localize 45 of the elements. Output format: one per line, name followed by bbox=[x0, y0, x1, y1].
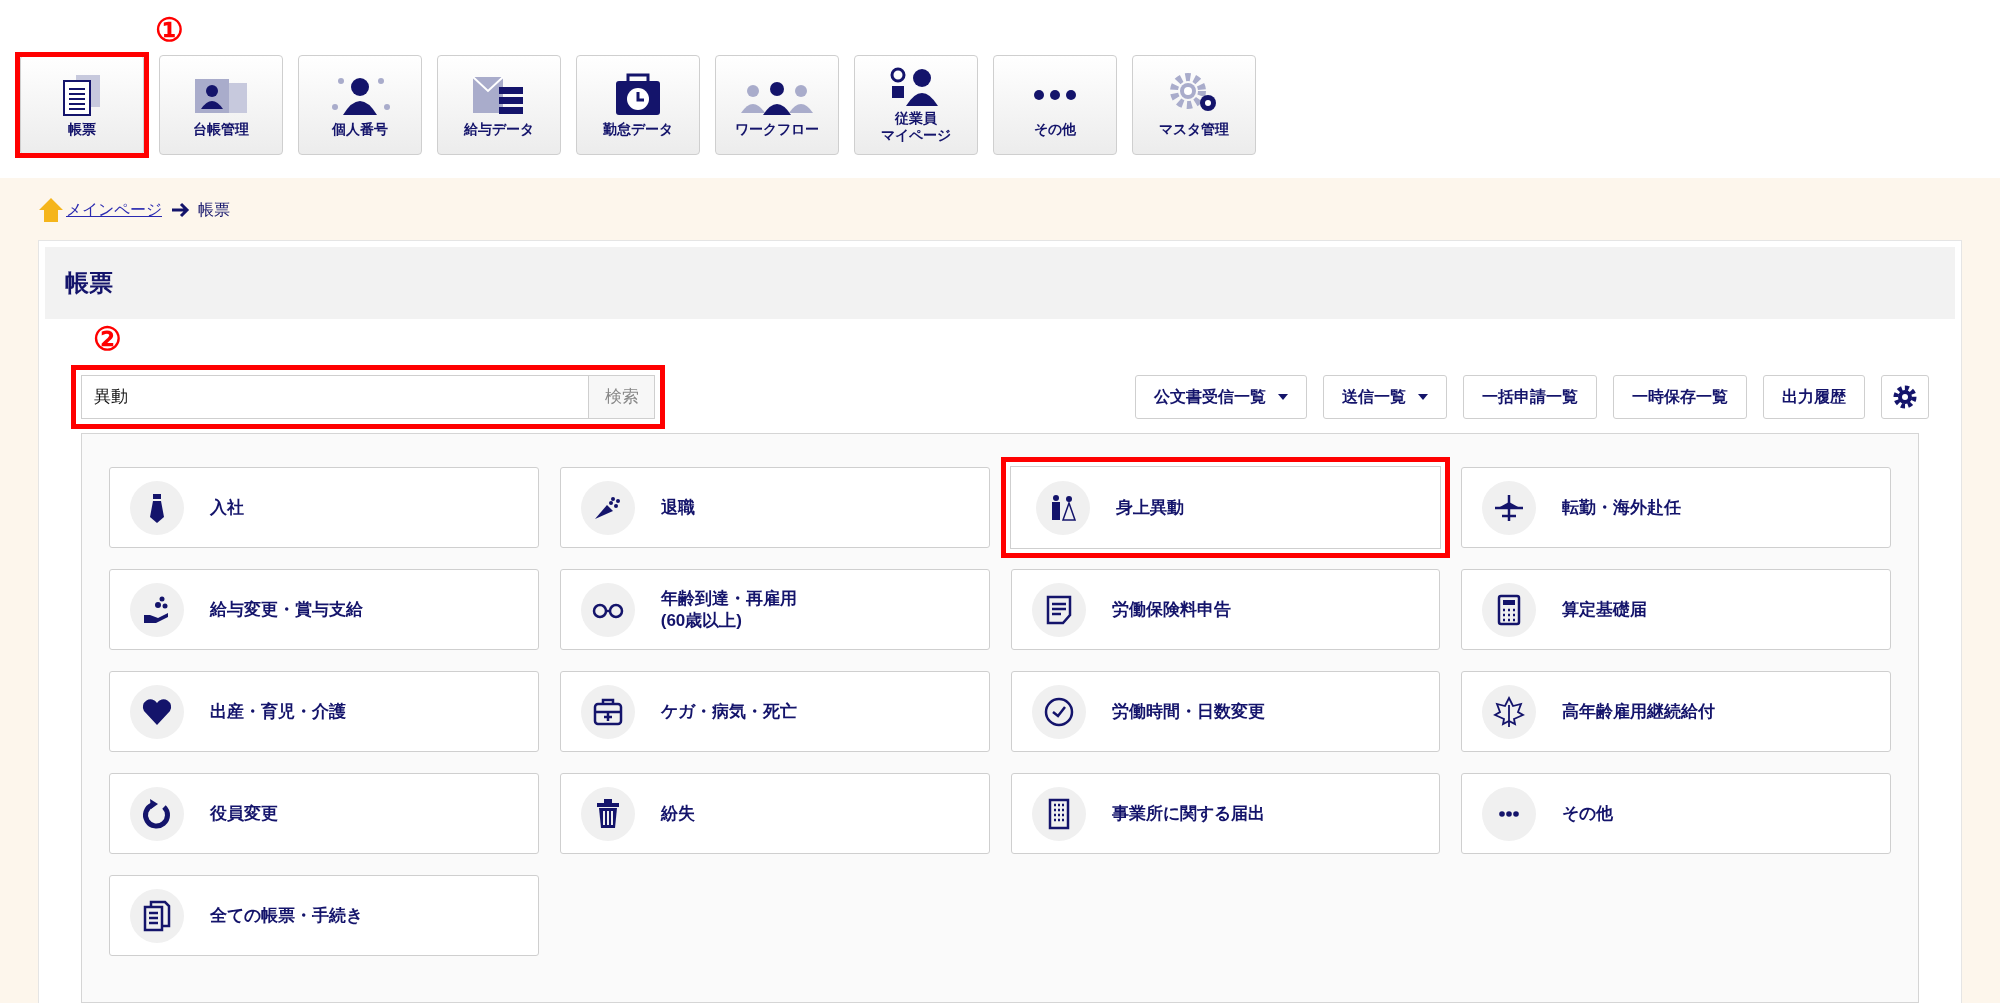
breadcrumb-link[interactable]: メインページ bbox=[66, 198, 162, 222]
nav-button[interactable]: マスタ管理 bbox=[1132, 55, 1256, 155]
settings-icon bbox=[1893, 385, 1917, 409]
page-title: 帳票 bbox=[65, 268, 113, 298]
nav-button[interactable]: 台帳管理 bbox=[159, 55, 283, 155]
nav-button[interactable]: 帳票 bbox=[20, 55, 144, 155]
settings-button[interactable] bbox=[1881, 375, 1929, 419]
category-card[interactable]: 身上異動 bbox=[1000, 457, 1451, 558]
annotation-number: ① bbox=[155, 11, 184, 50]
arrow-right-icon bbox=[170, 202, 190, 218]
category-card[interactable]: 役員変更 bbox=[109, 773, 539, 854]
nav-button[interactable]: 給与データ bbox=[437, 55, 561, 155]
category-card[interactable]: 給与変更・賞与支給 bbox=[109, 569, 539, 650]
home-icon bbox=[38, 197, 64, 223]
list-button[interactable]: 一括申請一覧 bbox=[1463, 375, 1597, 419]
dropdown-button[interactable]: 送信一覧 bbox=[1323, 375, 1447, 419]
dropdown-button[interactable]: 公文書受信一覧 bbox=[1135, 375, 1307, 419]
list-button[interactable]: 一時保存一覧 bbox=[1613, 375, 1747, 419]
category-card[interactable]: 年齢到達・再雇用 (60歳以上) bbox=[559, 569, 990, 650]
nav-button[interactable]: 個人番号 bbox=[298, 55, 422, 155]
leaf-icon bbox=[1492, 694, 1527, 729]
breadcrumb-current: 帳票 bbox=[198, 200, 230, 220]
nav-button[interactable]: 従業員 マイページ bbox=[854, 55, 978, 155]
nav-button[interactable]: ワークフロー bbox=[715, 55, 839, 155]
category-card[interactable]: 労働時間・日数変更 bbox=[1010, 671, 1441, 752]
category-card[interactable]: 算定基礎届 bbox=[1461, 569, 1891, 650]
nav-button[interactable]: その他 bbox=[993, 55, 1117, 155]
category-card[interactable]: 転勤・海外赴任 bbox=[1461, 467, 1891, 548]
more-icon bbox=[1499, 810, 1520, 817]
list-button[interactable]: 出力履歴 bbox=[1763, 375, 1865, 419]
category-card[interactable]: 紛失 bbox=[559, 773, 990, 854]
more-icon bbox=[1034, 89, 1076, 100]
category-card[interactable]: 事業所に関する届出 bbox=[1010, 773, 1441, 854]
category-card[interactable]: 入社 bbox=[109, 467, 539, 548]
category-card[interactable]: ケガ・病気・死亡 bbox=[559, 671, 990, 752]
category-card[interactable]: 出産・育児・介護 bbox=[109, 671, 539, 752]
nav-button[interactable]: 勤怠データ bbox=[576, 55, 700, 155]
category-card[interactable]: その他 bbox=[1461, 773, 1891, 854]
category-card[interactable]: 労働保険料申告 bbox=[1010, 569, 1441, 650]
caret-icon bbox=[1278, 394, 1288, 400]
category-card[interactable]: 退職 bbox=[559, 467, 990, 548]
caret-icon bbox=[1418, 394, 1428, 400]
annotation-number: ② bbox=[93, 320, 122, 359]
category-card[interactable]: 高年齢雇用継続給付 bbox=[1461, 671, 1891, 752]
category-card[interactable]: 全ての帳票・手続き bbox=[109, 875, 539, 956]
